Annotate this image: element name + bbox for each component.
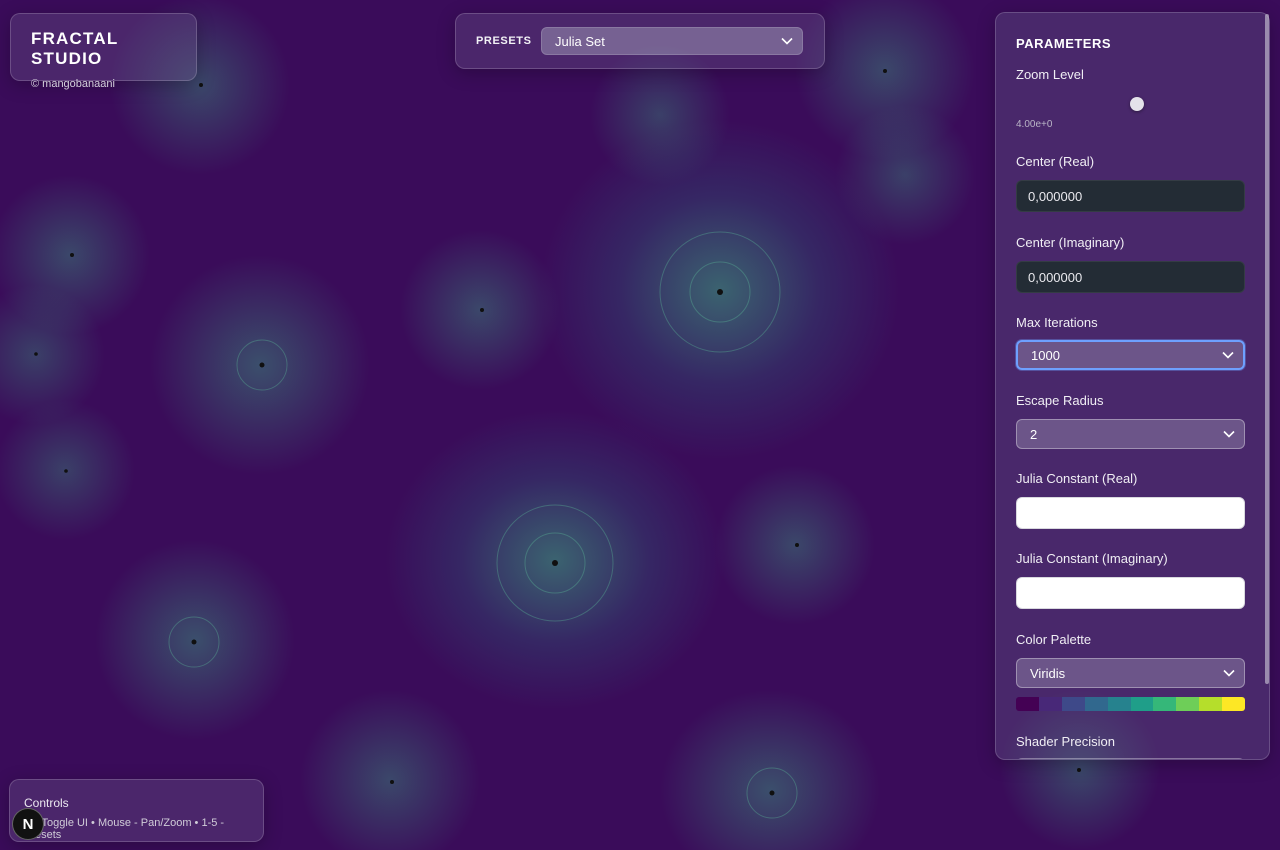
max-iterations-value: 1000: [1031, 347, 1060, 363]
escape-radius-select[interactable]: 2: [1016, 419, 1245, 449]
chevron-down-icon: [1222, 351, 1234, 359]
chevron-down-icon: [1223, 669, 1235, 677]
controls-text: H - Toggle UI • Mouse - Pan/Zoom • 1-5 -…: [24, 817, 225, 841]
julia-real-input[interactable]: [1016, 497, 1245, 529]
title-panel: FRACTAL STUDIO © mangobanaani: [10, 13, 197, 90]
center-imaginary-value: 0,000000: [1028, 269, 1083, 285]
app-title: FRACTAL STUDIO: [31, 29, 119, 68]
center-imaginary-label: Center (Imaginary): [1016, 235, 1125, 250]
shader-precision-select[interactable]: [1016, 758, 1245, 759]
julia-imaginary-input[interactable]: [1016, 577, 1245, 609]
palette-swatch: [1107, 697, 1131, 711]
center-imaginary-input[interactable]: 0,000000: [1016, 261, 1245, 293]
julia-real-label: Julia Constant (Real): [1016, 471, 1138, 486]
palette-preview: [1016, 697, 1245, 711]
zoom-slider-thumb[interactable]: [1130, 97, 1145, 111]
palette-swatch: [1199, 697, 1223, 711]
palette-swatch: [1038, 697, 1062, 711]
parameters-title: PARAMETERS: [1016, 36, 1112, 51]
palette-swatch: [1084, 697, 1108, 711]
n-logo-badge[interactable]: N: [12, 808, 44, 840]
center-real-value: 0,000000: [1028, 188, 1083, 204]
presets-panel: PRESETS Julia Set: [455, 13, 825, 69]
escape-radius-label: Escape Radius: [1016, 393, 1104, 408]
palette-swatch: [1130, 697, 1154, 711]
controls-panel: Controls H - Toggle UI • Mouse - Pan/Zoo…: [9, 779, 264, 842]
palette-swatch: [1061, 697, 1085, 711]
palette-swatch: [1016, 697, 1039, 711]
color-palette-value: Viridis: [1030, 665, 1066, 681]
presets-label: PRESETS: [476, 35, 532, 47]
center-real-label: Center (Real): [1016, 154, 1095, 169]
presets-select[interactable]: Julia Set: [541, 27, 803, 55]
max-iterations-select[interactable]: 1000: [1016, 340, 1245, 370]
palette-swatch: [1222, 697, 1245, 711]
julia-imaginary-label: Julia Constant (Imaginary): [1016, 551, 1168, 566]
max-iterations-label: Max Iterations: [1016, 315, 1098, 330]
n-logo-letter: N: [22, 815, 34, 833]
color-palette-label: Color Palette: [1016, 632, 1092, 647]
zoom-level-label: Zoom Level: [1016, 67, 1084, 82]
chevron-down-icon: [781, 37, 793, 45]
controls-title: Controls: [24, 796, 69, 810]
center-real-input[interactable]: 0,000000: [1016, 180, 1245, 212]
shader-precision-label: Shader Precision: [1016, 734, 1115, 749]
color-palette-select[interactable]: Viridis: [1016, 658, 1245, 688]
palette-swatch: [1153, 697, 1177, 711]
chevron-down-icon: [1223, 430, 1235, 438]
zoom-readout: 4.00e+0: [1016, 119, 1053, 130]
palette-swatch: [1176, 697, 1200, 711]
escape-radius-value: 2: [1030, 426, 1038, 442]
presets-selected-value: Julia Set: [555, 33, 605, 49]
parameters-panel: PARAMETERS Zoom Level 4.00e+0 Center (Re…: [995, 12, 1270, 760]
app-credit: © mangobanaani: [31, 78, 115, 90]
parameters-scrollbar[interactable]: [1265, 14, 1269, 684]
